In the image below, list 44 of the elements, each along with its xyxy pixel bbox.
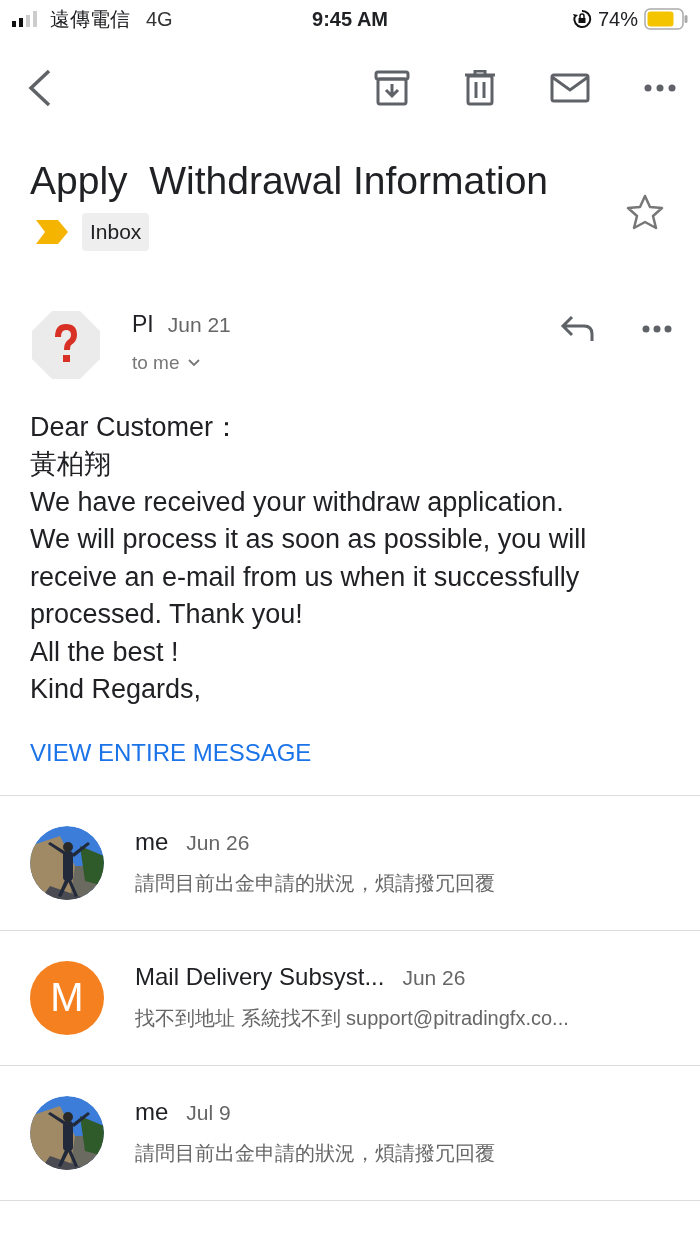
sender-name: me xyxy=(135,828,169,857)
message-line: We have received your withdraw application. xyxy=(30,485,565,519)
sender-avatar: M xyxy=(30,960,104,1035)
importance-marker-icon xyxy=(36,219,68,244)
sender-name: PI xyxy=(132,310,154,338)
trash-icon[interactable] xyxy=(464,70,496,106)
thread-message[interactable]: me Jun 26 請問目前出金申請的狀況，煩請撥冗回覆 xyxy=(0,795,700,931)
reply-icon[interactable] xyxy=(560,314,594,343)
thread-message[interactable]: M Mail Delivery Subsyst... Jun 26 找不到地址 系統找不到 support@pitradingfx.co... xyxy=(0,930,700,1066)
more-icon[interactable] xyxy=(642,324,672,333)
message-snippet: 請問目前出金申請的狀況，煩請撥冗回覆 xyxy=(135,1141,495,1167)
network-type: 4G xyxy=(146,7,173,31)
battery-percentage: 74% xyxy=(598,7,638,31)
message-snippet: 請問目前出金申請的狀況，煩請撥冗回覆 xyxy=(135,871,495,897)
carrier-name: 遠傳電信 xyxy=(50,6,130,32)
message-date: Jun 26 xyxy=(402,966,466,991)
email-subject: Apply Withdrawal Information xyxy=(30,158,550,204)
archive-icon[interactable] xyxy=(374,70,410,106)
message-line: Kind Regards, xyxy=(30,673,203,707)
message-line: 黃柏翔 xyxy=(30,448,112,482)
more-icon[interactable] xyxy=(644,84,676,92)
back-button[interactable] xyxy=(26,68,52,108)
message-date: Jul 9 xyxy=(186,1101,231,1126)
recipient-toggle[interactable]: to me xyxy=(132,351,200,374)
chevron-down-icon[interactable] xyxy=(187,358,200,367)
view-entire-message-link[interactable]: VIEW ENTIRE MESSAGE xyxy=(30,738,312,767)
battery-icon xyxy=(644,8,688,30)
message-line: Dear Customer： xyxy=(30,410,242,444)
message-snippet: 找不到地址 系統找不到 support@pitradingfx.co... xyxy=(135,1006,569,1032)
message-line: We will process it as soon as possible, you will xyxy=(30,523,588,557)
sender-name: Mail Delivery Subsyst... xyxy=(135,963,385,992)
thread-message[interactable]: me Jul 9 請問目前出金申請的狀況，煩請撥冗回覆 xyxy=(0,1065,700,1201)
rotation-lock-icon xyxy=(572,9,592,29)
mail-icon[interactable] xyxy=(550,73,590,103)
message-date: Jun 26 xyxy=(186,831,250,856)
message-line: processed. Thank you! xyxy=(30,598,304,632)
message-line: All the best ! xyxy=(30,635,180,669)
unknown-sender-icon xyxy=(32,310,100,379)
status-time: 9:45 AM xyxy=(312,7,388,31)
inbox-label: Inbox xyxy=(82,212,150,251)
message-line: receive an e-mail from us when it successfully xyxy=(30,560,581,594)
star-icon[interactable] xyxy=(626,193,664,230)
message-date: Jun 21 xyxy=(167,312,231,337)
sender-name: me xyxy=(135,1098,169,1127)
